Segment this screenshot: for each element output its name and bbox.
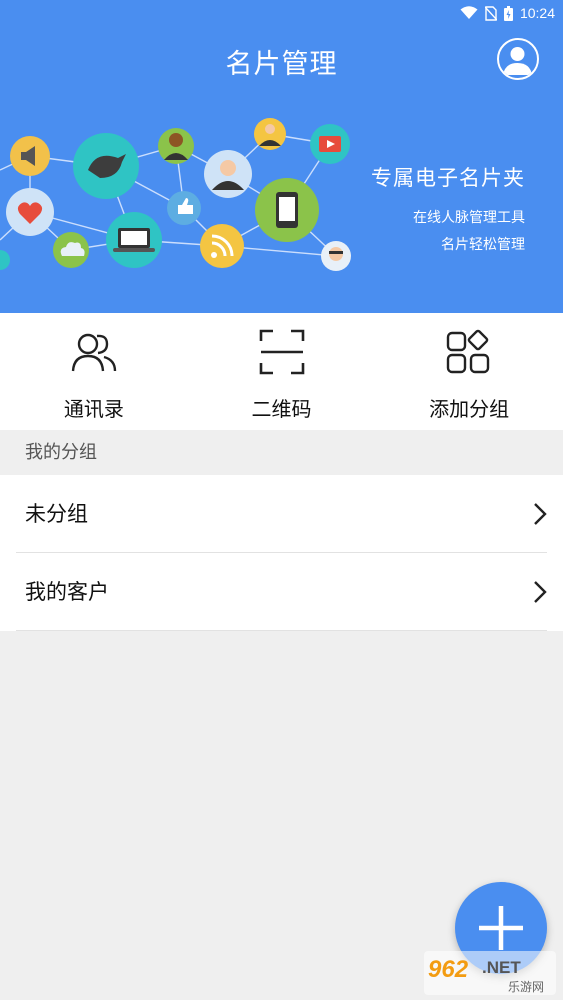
groups-section-header: 我的分组: [0, 430, 563, 475]
svg-text:乐游网: 乐游网: [508, 980, 544, 994]
wifi-icon: [460, 6, 478, 19]
qr-code-button[interactable]: 二维码: [188, 313, 376, 430]
banner-text: 专属电子名片夹 在线人脉管理工具 名片轻松管理: [371, 162, 525, 259]
header-banner: 10:24 名片管理 专属电子名片夹 在线人脉管理工具 名片轻松管理: [0, 0, 563, 313]
no-sim-icon: [484, 5, 497, 21]
add-group-button[interactable]: 添加分组: [375, 313, 563, 430]
svg-text:962: 962: [428, 956, 469, 983]
user-icon: [503, 47, 532, 75]
battery-icon: [503, 5, 513, 21]
profile-button[interactable]: [497, 38, 539, 80]
add-group-icon: [446, 329, 490, 374]
chevron-right-icon: [534, 503, 547, 525]
contacts-label: 通讯录: [63, 397, 124, 421]
banner-subtitle-2: 名片轻松管理: [441, 237, 525, 253]
svg-text:.NET: .NET: [482, 958, 521, 977]
watermark-logo: 962 .NET 乐游网: [424, 951, 556, 995]
banner-subtitle: 在线人脉管理工具 名片轻松管理: [371, 205, 525, 259]
banner-subtitle-1: 在线人脉管理工具: [413, 210, 525, 226]
group-item-label: 未分组: [25, 502, 88, 526]
add-group-label: 添加分组: [429, 397, 510, 421]
qr-code-label: 二维码: [251, 397, 312, 421]
group-item-my-clients[interactable]: 我的客户: [0, 553, 563, 631]
status-time: 10:24: [519, 5, 555, 21]
page-title: 名片管理: [225, 49, 338, 80]
contacts-icon: [71, 333, 117, 372]
contacts-button[interactable]: 通讯录: [0, 313, 188, 430]
group-item-ungrouped[interactable]: 未分组: [0, 475, 563, 553]
quick-actions: 通讯录 二维码 添加分组: [0, 313, 563, 430]
qr-scan-icon: [259, 329, 304, 375]
group-list: 未分组 我的客户: [0, 475, 563, 631]
network-illustration: [0, 118, 351, 271]
status-bar: 10:24: [0, 0, 563, 26]
banner-title: 专属电子名片夹: [371, 166, 525, 190]
group-item-label: 我的客户: [25, 580, 109, 604]
chevron-right-icon: [534, 581, 547, 603]
